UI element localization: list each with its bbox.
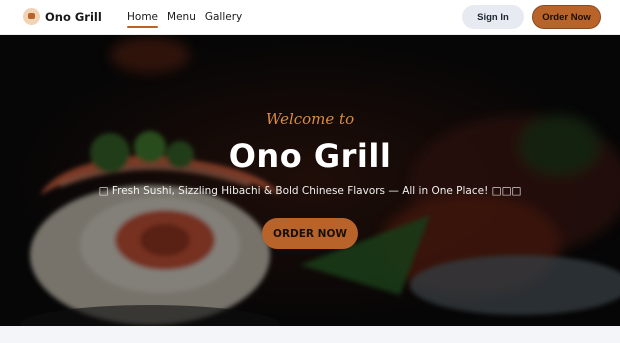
hero-title: Ono Grill — [228, 137, 392, 175]
brand-logo[interactable]: Ono Grill — [23, 8, 102, 25]
hero-section: Welcome to Ono Grill □ Fresh Sushi, Sizz… — [0, 35, 620, 326]
sign-in-button[interactable]: Sign In — [462, 5, 524, 29]
hero-tagline: □ Fresh Sushi, Sizzling Hibachi & Bold C… — [98, 185, 522, 197]
hero-order-now-button[interactable]: ORDER NOW — [262, 218, 358, 249]
main-nav: Home Menu Gallery — [127, 11, 242, 28]
nav-link-gallery[interactable]: Gallery — [205, 11, 242, 24]
order-now-button[interactable]: Order Now — [532, 5, 601, 29]
hero-welcome-text: Welcome to — [265, 110, 355, 128]
below-hero-section — [0, 326, 620, 343]
nav-link-menu[interactable]: Menu — [167, 11, 196, 24]
hero-overlay — [0, 35, 620, 326]
nav-link-home[interactable]: Home — [127, 11, 159, 28]
top-navbar: Ono Grill Home Menu Gallery Sign In Orde… — [0, 0, 620, 35]
grill-logo-icon — [23, 8, 40, 25]
brand-name: Ono Grill — [45, 9, 102, 24]
